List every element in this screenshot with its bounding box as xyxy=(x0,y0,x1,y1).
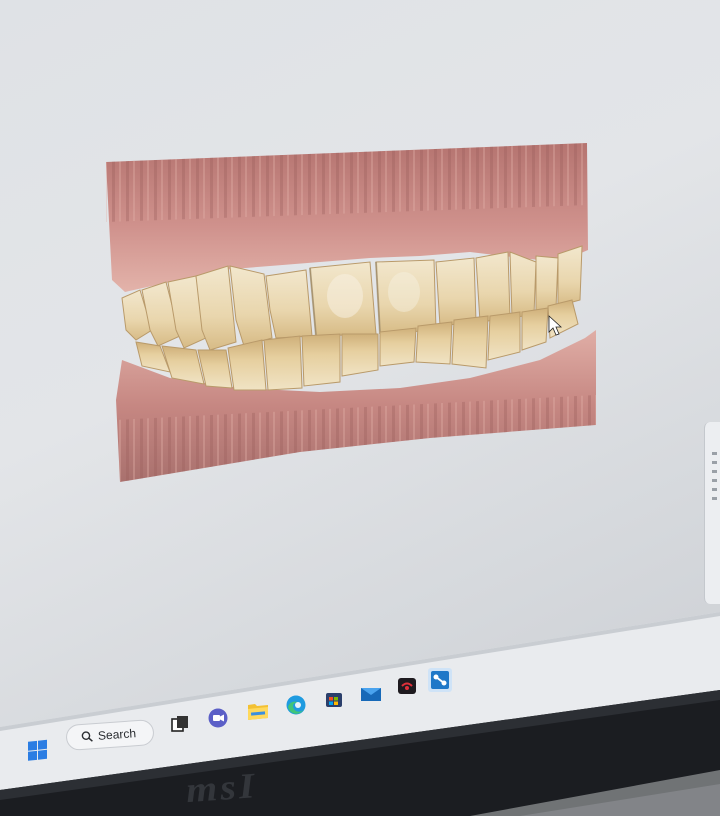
monitor-brand-logo: msI xyxy=(184,764,259,811)
windows-start-icon[interactable] xyxy=(26,738,50,762)
media-app-icon[interactable] xyxy=(396,675,418,697)
scan-app-icon[interactable] xyxy=(427,667,453,693)
chat-icon[interactable] xyxy=(207,707,229,729)
edge-browser-icon[interactable] xyxy=(285,694,307,716)
task-view-icon[interactable] xyxy=(170,714,190,734)
mail-icon[interactable] xyxy=(359,682,383,704)
file-explorer-icon[interactable] xyxy=(246,700,270,722)
search-icon xyxy=(81,731,93,742)
search-label: Search xyxy=(97,726,137,743)
store-icon[interactable] xyxy=(323,688,345,710)
